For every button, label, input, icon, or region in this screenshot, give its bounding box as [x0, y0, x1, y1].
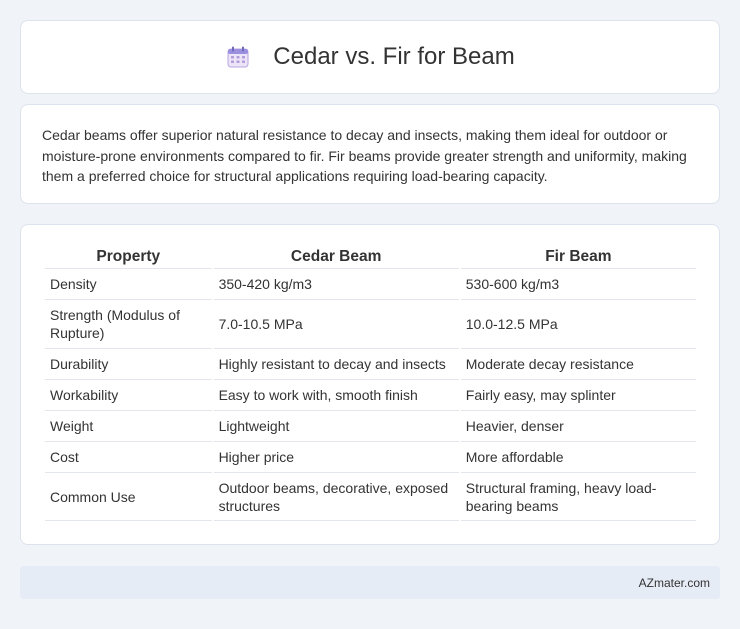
- table-row: Density 350-420 kg/m3 530-600 kg/m3: [45, 269, 696, 300]
- cell-fir: Fairly easy, may splinter: [460, 380, 696, 411]
- cell-property: Weight: [45, 411, 212, 442]
- table-card: Property Cedar Beam Fir Beam Density 350…: [20, 224, 720, 545]
- cell-property: Durability: [45, 349, 212, 380]
- footer-brand: AZmater.com: [638, 575, 710, 590]
- cell-property: Density: [45, 269, 212, 300]
- table-header-row: Property Cedar Beam Fir Beam: [45, 245, 696, 269]
- cell-fir: Heavier, denser: [460, 411, 696, 442]
- title-card: Cedar vs. Fir for Beam: [20, 20, 720, 94]
- intro-card: Cedar beams offer superior natural resis…: [20, 104, 720, 204]
- table-row: Workability Easy to work with, smooth fi…: [45, 380, 696, 411]
- footer: AZmater.com: [20, 566, 720, 599]
- cell-fir: Structural framing, heavy load-bearing b…: [460, 473, 696, 521]
- cell-property: Workability: [45, 380, 212, 411]
- calendar-icon: [227, 46, 249, 68]
- header-fir: Fir Beam: [460, 245, 696, 269]
- cell-cedar: 350-420 kg/m3: [213, 269, 459, 300]
- cell-fir: 530-600 kg/m3: [460, 269, 696, 300]
- cell-fir: 10.0-12.5 MPa: [460, 300, 696, 349]
- table-row: Cost Higher price More affordable: [45, 442, 696, 473]
- cell-fir: Moderate decay resistance: [460, 349, 696, 380]
- cell-fir: More affordable: [460, 442, 696, 473]
- table-row: Durability Highly resistant to decay and…: [45, 349, 696, 380]
- cell-property: Strength (Modulus of Rupture): [45, 300, 212, 349]
- header-property: Property: [45, 245, 212, 269]
- table-row: Weight Lightweight Heavier, denser: [45, 411, 696, 442]
- table-row: Strength (Modulus of Rupture) 7.0-10.5 M…: [45, 300, 696, 349]
- intro-text: Cedar beams offer superior natural resis…: [42, 127, 687, 184]
- cell-cedar: Higher price: [213, 442, 459, 473]
- header-cedar: Cedar Beam: [213, 245, 459, 269]
- cell-cedar: Easy to work with, smooth finish: [213, 380, 459, 411]
- cell-cedar: Lightweight: [213, 411, 459, 442]
- comparison-table: Property Cedar Beam Fir Beam Density 350…: [43, 245, 698, 521]
- cell-cedar: Outdoor beams, decorative, exposed struc…: [213, 473, 459, 521]
- cell-property: Cost: [45, 442, 212, 473]
- table-row: Common Use Outdoor beams, decorative, ex…: [45, 473, 696, 521]
- page-title: Cedar vs. Fir for Beam: [273, 43, 515, 70]
- cell-property: Common Use: [45, 473, 212, 521]
- cell-cedar: 7.0-10.5 MPa: [213, 300, 459, 349]
- cell-cedar: Highly resistant to decay and insects: [213, 349, 459, 380]
